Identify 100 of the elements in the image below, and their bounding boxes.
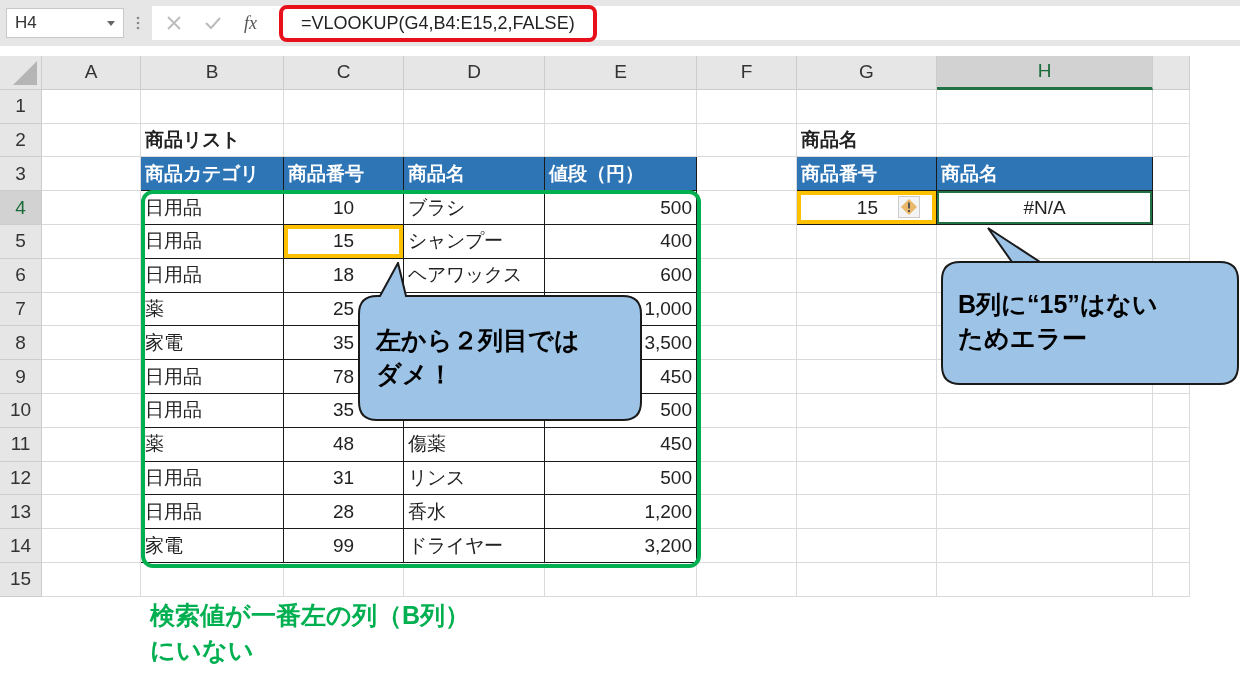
table-cell[interactable]: 3,200	[545, 529, 697, 563]
row-header[interactable]: 6	[0, 258, 42, 293]
table-cell[interactable]: リンス	[404, 461, 545, 496]
table-cell[interactable]: 15	[284, 225, 404, 259]
grid-cell[interactable]	[42, 393, 141, 428]
grid-cell[interactable]	[42, 495, 141, 530]
row-header[interactable]: 13	[0, 495, 42, 530]
grid-cell[interactable]	[797, 461, 937, 496]
row-header[interactable]: 2	[0, 123, 42, 158]
column-heading[interactable]: 商品名	[937, 157, 1153, 192]
row-header[interactable]: 10	[0, 393, 42, 428]
grid-cell[interactable]	[797, 495, 937, 530]
row-header[interactable]: 12	[0, 461, 42, 496]
column-header[interactable]: C	[284, 56, 404, 90]
grid-cell[interactable]	[1153, 393, 1190, 428]
insert-function-button[interactable]: fx	[244, 12, 257, 34]
table-cell[interactable]: ドライヤー	[404, 529, 545, 563]
column-header[interactable]: F	[697, 56, 797, 90]
table-cell[interactable]: 450	[545, 427, 697, 462]
grid-cell[interactable]	[1153, 89, 1190, 124]
table-cell[interactable]: 日用品	[141, 495, 284, 530]
grid-cell[interactable]	[42, 123, 141, 158]
table-cell[interactable]: 10	[284, 191, 404, 225]
grid-cell[interactable]	[42, 360, 141, 394]
table-cell[interactable]: 48	[284, 427, 404, 462]
grid-cell[interactable]	[1153, 123, 1190, 158]
table-cell[interactable]: 31	[284, 461, 404, 496]
row-header[interactable]: 14	[0, 529, 42, 563]
grid-cell[interactable]	[937, 89, 1153, 124]
warning-icon[interactable]	[898, 196, 920, 219]
table-cell[interactable]: 香水	[404, 495, 545, 530]
row-header[interactable]: 8	[0, 326, 42, 361]
column-header[interactable]: H	[937, 56, 1153, 90]
grid-cell[interactable]	[1153, 495, 1190, 530]
table-cell[interactable]: 15	[797, 191, 937, 225]
grid-cell[interactable]	[42, 562, 141, 597]
table-cell[interactable]: 28	[284, 495, 404, 530]
table-cell[interactable]: シャンプー	[404, 225, 545, 259]
grid-cell[interactable]	[797, 292, 937, 327]
grid-cell[interactable]	[42, 292, 141, 327]
grid-cell[interactable]	[141, 89, 284, 124]
row-header[interactable]: 7	[0, 292, 42, 327]
table-cell[interactable]: 500	[545, 461, 697, 496]
table-cell[interactable]: 家電	[141, 326, 284, 361]
formula-field[interactable]: =VLOOKUP(G4,B4:E15,2,FALSE)	[279, 4, 597, 42]
grid-cell[interactable]	[284, 562, 404, 597]
table-cell[interactable]: 400	[545, 225, 697, 259]
row-header[interactable]: 3	[0, 157, 42, 192]
row-header[interactable]: 9	[0, 360, 42, 394]
grid-cell[interactable]	[797, 393, 937, 428]
grid-cell[interactable]	[404, 562, 545, 597]
grid-cell[interactable]	[42, 461, 141, 496]
row-header[interactable]: 1	[0, 89, 42, 124]
grid-cell[interactable]	[937, 529, 1153, 563]
table-cell[interactable]: 99	[284, 529, 404, 563]
grid-cell[interactable]	[42, 326, 141, 361]
name-box[interactable]: H4	[6, 8, 124, 38]
table-cell[interactable]: 日用品	[141, 393, 284, 428]
column-heading[interactable]: 商品カテゴリ	[141, 157, 284, 192]
table-cell[interactable]: 薬	[141, 427, 284, 462]
table-cell[interactable]: 傷薬	[404, 427, 545, 462]
row-header[interactable]: 4	[0, 191, 42, 225]
grid-cell[interactable]	[1153, 225, 1190, 259]
grid-cell[interactable]	[937, 393, 1153, 428]
grid-cell[interactable]	[1153, 157, 1190, 192]
row-header[interactable]: 5	[0, 225, 42, 259]
table-cell[interactable]: 500	[545, 191, 697, 225]
select-all-icon[interactable]	[13, 60, 37, 85]
column-header[interactable]: E	[545, 56, 697, 90]
grid-cell[interactable]	[42, 191, 141, 225]
column-heading[interactable]: 値段（円）	[545, 157, 697, 192]
column-heading[interactable]: 商品番号	[797, 157, 937, 192]
column-header[interactable]: G	[797, 56, 937, 90]
grid-cell[interactable]	[1153, 427, 1190, 462]
column-heading[interactable]: 商品名	[404, 157, 545, 192]
table-cell[interactable]: 日用品	[141, 360, 284, 394]
table-cell[interactable]: 600	[545, 258, 697, 293]
grid-cell[interactable]	[937, 495, 1153, 530]
grid-cell[interactable]	[797, 562, 937, 597]
grid-cell[interactable]	[42, 529, 141, 563]
cancel-icon[interactable]	[166, 15, 182, 31]
table-cell[interactable]: 日用品	[141, 225, 284, 259]
grid-cell[interactable]	[1153, 461, 1190, 496]
table-cell[interactable]: ブラシ	[404, 191, 545, 225]
grid-cell[interactable]	[797, 529, 937, 563]
grid-cell[interactable]	[141, 562, 284, 597]
grid-cell[interactable]	[404, 89, 545, 124]
grid-cell[interactable]	[697, 123, 797, 158]
grid-cell[interactable]	[284, 89, 404, 124]
grid-cell[interactable]	[797, 225, 937, 259]
table-cell[interactable]: 日用品	[141, 461, 284, 496]
table-cell[interactable]: 薬	[141, 292, 284, 327]
table-cell[interactable]: 家電	[141, 529, 284, 563]
grid-cell[interactable]	[797, 360, 937, 394]
table-cell[interactable]: 1,200	[545, 495, 697, 530]
table-cell[interactable]: #N/A	[937, 191, 1153, 225]
row-header[interactable]: 11	[0, 427, 42, 462]
grid-cell[interactable]	[1153, 191, 1190, 225]
grid-cell[interactable]	[797, 89, 937, 124]
grid-cell[interactable]	[1153, 562, 1190, 597]
